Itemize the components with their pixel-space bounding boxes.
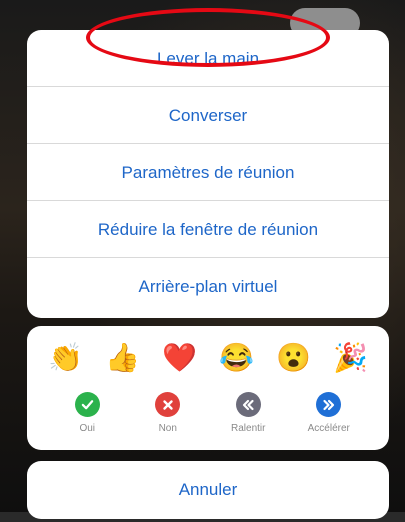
x-icon (155, 392, 181, 417)
open-mouth-icon[interactable]: 😮 (272, 336, 316, 380)
no-button[interactable]: Non (133, 392, 203, 442)
reactions-panel: 👏 👍 ❤️ 😂 😮 🎉 Oui Non Ralentir Accélérer (27, 326, 389, 450)
slow-down-label: Ralentir (231, 423, 266, 434)
meeting-settings-button[interactable]: Paramètres de réunion (27, 144, 389, 201)
nonverbal-feedback-row: Oui Non Ralentir Accélérer (47, 392, 369, 442)
slow-down-icon (235, 392, 261, 417)
raise-hand-button[interactable]: Lever la main (27, 30, 389, 87)
no-label: Non (158, 423, 177, 434)
slow-down-button[interactable]: Ralentir (213, 392, 283, 442)
yes-button[interactable]: Oui (52, 392, 122, 442)
speed-up-button[interactable]: Accélérer (294, 392, 364, 442)
speed-up-label: Accélérer (307, 423, 350, 434)
speed-up-icon (316, 392, 342, 417)
red-heart-icon[interactable]: ❤️ (158, 336, 202, 380)
tears-of-joy-icon[interactable]: 😂 (215, 336, 259, 380)
clapping-hands-icon[interactable]: 👏 (44, 336, 88, 380)
party-popper-icon[interactable]: 🎉 (329, 336, 373, 380)
yes-label: Oui (79, 423, 96, 434)
chat-button[interactable]: Converser (27, 87, 389, 144)
thumbs-up-icon[interactable]: 👍 (101, 336, 145, 380)
emoji-reactions-row: 👏 👍 ❤️ 😂 😮 🎉 (27, 336, 389, 380)
minimize-meeting-button[interactable]: Réduire la fenêtre de réunion (27, 201, 389, 258)
check-icon (74, 392, 100, 417)
cancel-button[interactable]: Annuler (27, 461, 389, 519)
action-menu: Lever la main Converser Paramètres de ré… (27, 30, 389, 318)
virtual-background-button[interactable]: Arrière-plan virtuel (27, 258, 389, 315)
